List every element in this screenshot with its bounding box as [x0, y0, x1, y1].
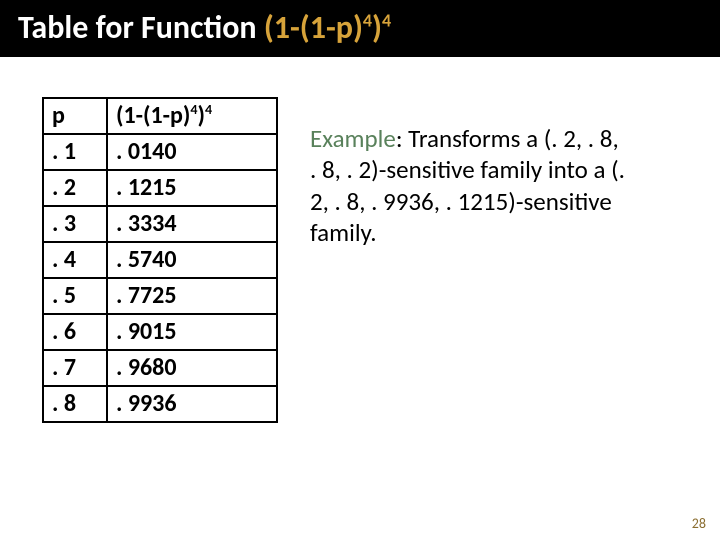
- header-p: p: [43, 98, 107, 134]
- table-row: . 6 . 9015: [43, 314, 277, 350]
- cell-p: . 1: [43, 134, 107, 170]
- cell-p: . 7: [43, 350, 107, 386]
- cell-p: . 6: [43, 314, 107, 350]
- table-row: . 8 . 9936: [43, 386, 277, 422]
- header-expression: (1-(1-p)4)4: [107, 98, 277, 134]
- function-table: p (1-(1-p)4)4 . 1 . 0140 . 2 . 1215 . 3 …: [42, 97, 278, 423]
- table-row: . 7 . 9680: [43, 350, 277, 386]
- cell-v: . 9680: [107, 350, 277, 386]
- title-bar: Table for Function (1-(1-p)4)4: [0, 0, 720, 57]
- cell-v: . 9936: [107, 386, 277, 422]
- cell-v: . 1215: [107, 170, 277, 206]
- slide-title: Table for Function (1-(1-p)4)4: [18, 8, 702, 47]
- title-expression: (1-(1-p)4)4: [264, 8, 391, 47]
- cell-v: . 5740: [107, 242, 277, 278]
- title-prefix: Table for Function: [18, 8, 264, 47]
- cell-v: . 3334: [107, 206, 277, 242]
- table-header-row: p (1-(1-p)4)4: [43, 98, 277, 134]
- table-row: . 1 . 0140: [43, 134, 277, 170]
- cell-p: . 3: [43, 206, 107, 242]
- cell-v: . 0140: [107, 134, 277, 170]
- table-row: . 5 . 7725: [43, 278, 277, 314]
- cell-p: . 5: [43, 278, 107, 314]
- cell-p: . 4: [43, 242, 107, 278]
- cell-v: . 9015: [107, 314, 277, 350]
- page-number: 28: [692, 515, 706, 532]
- table-row: . 2 . 1215: [43, 170, 277, 206]
- example-text: Example: Transforms a (. 2, . 8, . 8, . …: [310, 97, 630, 248]
- table-row: . 4 . 5740: [43, 242, 277, 278]
- table-row: . 3 . 3334: [43, 206, 277, 242]
- example-label: Example: [310, 123, 396, 154]
- cell-v: . 7725: [107, 278, 277, 314]
- cell-p: . 2: [43, 170, 107, 206]
- cell-p: . 8: [43, 386, 107, 422]
- content-area: p (1-(1-p)4)4 . 1 . 0140 . 2 . 1215 . 3 …: [0, 57, 720, 423]
